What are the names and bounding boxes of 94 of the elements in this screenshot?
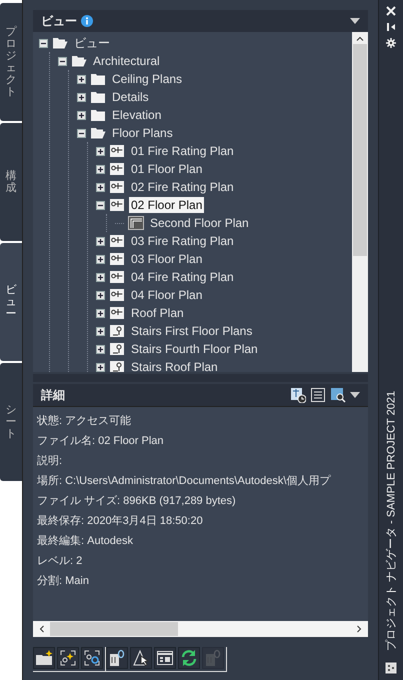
scroll-up-icon[interactable] (356, 36, 364, 41)
view-icon (109, 144, 125, 158)
collapse-icon[interactable] (58, 56, 67, 66)
tree-item[interactable]: ビュー (72, 34, 112, 52)
scroll-right-icon[interactable] (357, 625, 362, 633)
info-icon[interactable] (81, 15, 93, 27)
expand-icon[interactable] (96, 344, 105, 354)
stairs-view-icon (109, 360, 125, 372)
view-icon (109, 252, 125, 266)
expand-icon[interactable] (96, 236, 105, 246)
tree-item[interactable]: Elevation (110, 107, 164, 123)
add-view-button[interactable] (57, 647, 79, 669)
tree-item[interactable]: Details (110, 89, 151, 105)
collapse-icon[interactable] (39, 38, 48, 48)
detail-line: ファイル名: 02 Floor Plan (37, 434, 165, 449)
tree-item[interactable]: 03 Fire Rating Plan (129, 233, 236, 249)
model-view-icon (128, 216, 144, 230)
palette-properties-icon[interactable] (385, 662, 397, 674)
detail-line: 場所: C:\Users\Administrator\Documents\Autodesk\個人用プ (37, 474, 332, 489)
detail-line: レベル: 2 (37, 554, 84, 569)
tree-item[interactable]: Ceiling Plans (110, 71, 184, 87)
detail-line: ファイル サイズ: 896KB (917,289 bytes) (37, 494, 237, 509)
side-tab[interactable]: プロジェクト (0, 3, 22, 121)
view-icon (109, 162, 125, 176)
detail-line: 説明: (37, 454, 64, 469)
horizontal-scrollbar[interactable] (33, 621, 368, 637)
tree-item[interactable]: 02 Floor Plan (129, 197, 204, 213)
detail-line: 最終編集: Autodesk (37, 534, 134, 549)
side-tab[interactable]: シート (0, 363, 22, 481)
tree-item[interactable]: Architectural (91, 53, 162, 69)
tree-item[interactable]: 04 Floor Plan (129, 287, 204, 303)
refresh-button[interactable] (178, 647, 200, 669)
view-settings-button[interactable] (81, 647, 103, 669)
expand-icon[interactable] (96, 362, 105, 372)
view-icon (109, 288, 125, 302)
view-icon (109, 306, 125, 320)
history-icon[interactable] (290, 387, 306, 403)
auto-hide-icon[interactable] (386, 22, 396, 32)
detail-line: 分割: Main (37, 574, 90, 589)
close-icon[interactable] (386, 6, 396, 16)
list-icon[interactable] (310, 387, 326, 403)
settings-icon[interactable] (386, 38, 396, 48)
tree-item[interactable]: Stairs Roof Plan (129, 359, 220, 372)
dropdown-caret-icon[interactable] (350, 392, 360, 398)
layout-button[interactable] (154, 647, 176, 669)
folder-icon (90, 90, 106, 104)
tree-item[interactable]: 01 Floor Plan (129, 161, 204, 177)
stairs-view-icon (109, 324, 125, 338)
tree-item[interactable]: 04 Fire Rating Plan (129, 269, 236, 285)
tree-item[interactable]: Stairs First Floor Plans (129, 323, 254, 339)
select-button[interactable] (130, 647, 152, 669)
expand-icon[interactable] (96, 182, 105, 192)
view-icon (109, 234, 125, 248)
expand-icon[interactable] (77, 110, 86, 120)
palette-title: プロジェクト ナビゲータ - SAMPLE PROJECT 2021 (384, 390, 398, 652)
expand-icon[interactable] (96, 308, 105, 318)
folder-icon (90, 108, 106, 122)
expand-icon[interactable] (96, 290, 105, 300)
panel-title: ビュー (41, 12, 77, 30)
stairs-view-icon (109, 342, 125, 356)
view-icon (109, 270, 125, 284)
view-icon (109, 198, 125, 212)
tree-item[interactable]: Second Floor Plan (148, 215, 251, 231)
side-tab[interactable]: ビュー (0, 243, 22, 361)
detail-line: 状態: アクセス可能 (37, 414, 132, 429)
tree-item[interactable]: 03 Floor Plan (129, 251, 204, 267)
preview-search-icon[interactable] (330, 387, 346, 403)
scroll-left-icon[interactable] (39, 625, 44, 633)
expand-icon[interactable] (96, 326, 105, 336)
expand-icon[interactable] (77, 74, 86, 84)
open-folder-icon (71, 54, 87, 68)
add-category-button[interactable] (33, 647, 55, 669)
tree-item[interactable]: Roof Plan (129, 305, 186, 321)
detail-line: 最終保存: 2020年3月4日 18:50:20 (37, 514, 204, 529)
tree-item[interactable]: 02 Fire Rating Plan (129, 179, 236, 195)
folder-icon (90, 72, 106, 86)
open-folder-icon (90, 126, 106, 140)
expand-icon[interactable] (96, 254, 105, 264)
expand-icon[interactable] (96, 164, 105, 174)
expand-icon[interactable] (96, 146, 105, 156)
collapse-icon[interactable] (77, 128, 86, 138)
tree-item[interactable]: 01 Fire Rating Plan (129, 143, 236, 159)
panel-title: 詳細 (41, 386, 65, 404)
expand-icon[interactable] (77, 92, 86, 102)
view-icon (109, 180, 125, 194)
collapse-icon[interactable] (96, 200, 105, 210)
side-tab[interactable]: 構成 (0, 123, 22, 241)
dropdown-caret-icon[interactable] (350, 18, 360, 24)
open-folder-icon (52, 36, 68, 50)
vertical-scrollbar[interactable] (352, 32, 368, 372)
tree-item[interactable]: Floor Plans (110, 125, 175, 141)
tree-item[interactable]: Stairs Fourth Floor Plan (129, 341, 260, 357)
xref-button[interactable] (106, 647, 128, 669)
expand-icon[interactable] (96, 272, 105, 282)
